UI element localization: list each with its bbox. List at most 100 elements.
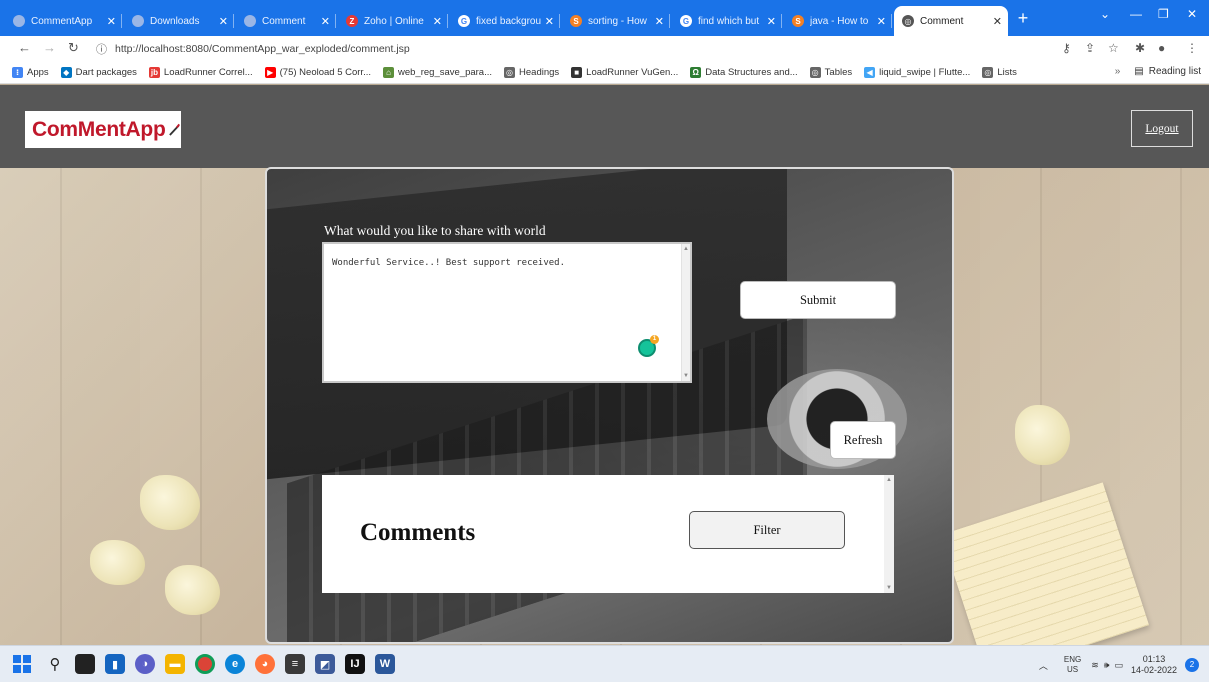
bookmark-item[interactable]: ◆ Dart packages <box>60 67 137 78</box>
comment-textarea[interactable]: Wonderful Service..! Best support receiv… <box>322 242 692 383</box>
app-logo[interactable]: ComMentApp <box>25 111 181 148</box>
extensions-icon[interactable]: ✱ <box>1135 41 1145 55</box>
paper-ball-decoration <box>165 565 220 615</box>
tab-close-icon[interactable]: ✕ <box>993 15 1002 28</box>
forward-arrow-icon[interactable]: → <box>43 40 56 55</box>
restore-icon[interactable]: ❐ <box>1158 7 1169 21</box>
scroll-up-arrow-icon[interactable]: ▲ <box>683 246 689 252</box>
bookmark-star-icon[interactable]: ☆ <box>1108 41 1119 55</box>
url-text[interactable]: http://localhost:8080/CommentApp_war_exp… <box>115 43 410 55</box>
browser-tab[interactable]: Gfind which but ✕ <box>672 6 782 36</box>
tab-search-icon[interactable]: ⌄ <box>1100 7 1110 21</box>
app-icon[interactable]: ◩ <box>315 654 335 674</box>
key-icon[interactable]: ⚷ <box>1062 41 1071 55</box>
site-header: ComMentApp Logout <box>0 85 1209 168</box>
widgets-icon[interactable]: ▮ <box>105 654 125 674</box>
tab-label: fixed backgrou <box>476 15 541 27</box>
browser-tab-strip: CommentApp ✕ Downloads ✕ Comment ✕ Z Zoho | Onl… <box>0 0 1209 36</box>
bookmark-item[interactable]: ◎ Tables <box>809 67 852 78</box>
tray-chevron-icon[interactable]: ︿ <box>1039 659 1048 672</box>
tab-close-icon[interactable]: ✕ <box>433 15 442 28</box>
word-icon[interactable]: W <box>375 654 395 674</box>
browser-tab[interactable]: Ssorting - How ✕ <box>562 6 670 36</box>
browser-tab[interactable]: Sjava - How to ✕ <box>784 6 892 36</box>
search-icon[interactable]: ⚲ <box>45 654 65 674</box>
filter-button[interactable]: Filter <box>689 511 845 549</box>
scroll-down-arrow-icon[interactable]: ▼ <box>683 373 689 379</box>
page-viewport: ComMentApp Logout What would you like to… <box>0 85 1209 645</box>
volume-icon[interactable]: 🕪 <box>1104 660 1110 671</box>
menu-kebab-icon[interactable]: ⋮ <box>1186 41 1198 55</box>
scroll-down-arrow-icon[interactable]: ▼ <box>886 585 892 591</box>
bookmark-label: Headings <box>519 67 560 78</box>
task-view-icon[interactable] <box>75 654 95 674</box>
bookmark-label: Data Structures and... <box>705 67 798 78</box>
comments-scrollbar[interactable]: ▲ ▼ <box>884 475 894 593</box>
bookmark-label: LoadRunner Correl... <box>163 67 253 78</box>
close-window-icon[interactable]: ✕ <box>1187 7 1197 21</box>
site-info-icon[interactable]: ⓘ <box>96 41 107 57</box>
edge-icon[interactable]: e <box>225 654 245 674</box>
bookmark-item[interactable]: ▶ (75) Neoload 5 Corr... <box>264 67 371 78</box>
share-icon[interactable]: ⇪ <box>1085 41 1095 55</box>
clock[interactable]: 01:13 14-02-2022 <box>1131 654 1177 676</box>
tab-close-icon[interactable]: ✕ <box>107 15 116 28</box>
bookmark-item[interactable]: Ω Data Structures and... <box>690 67 798 78</box>
grammarly-badge: 1 <box>650 335 659 344</box>
tab-label: find which but <box>698 15 760 27</box>
bookmark-label: Apps <box>27 67 49 78</box>
bookmark-item[interactable]: ◀ liquid_swipe | Flutte... <box>864 67 970 78</box>
browser-tab[interactable]: CommentApp ✕ <box>5 6 122 36</box>
chat-icon[interactable]: ◑ <box>135 654 155 674</box>
firefox-icon[interactable]: ◕ <box>255 654 275 674</box>
reading-list-icon[interactable]: ▤ <box>1134 66 1143 77</box>
logout-button[interactable]: Logout <box>1131 110 1193 147</box>
tab-close-icon[interactable]: ✕ <box>767 15 776 28</box>
bookmark-label: (75) Neoload 5 Corr... <box>279 67 371 78</box>
bookmark-label: liquid_swipe | Flutte... <box>879 67 971 78</box>
chrome-icon[interactable] <box>195 654 215 674</box>
windows-start-icon[interactable] <box>12 654 32 674</box>
refresh-button[interactable]: Refresh <box>830 421 896 459</box>
intellij-icon[interactable]: IJ <box>345 654 365 674</box>
wifi-icon[interactable]: ≋ <box>1091 660 1099 671</box>
notification-icon[interactable]: 2 <box>1185 658 1199 672</box>
bookmark-item[interactable]: ⌂ web_reg_save_para... <box>383 67 492 78</box>
bookmark-icon: ▶ <box>264 67 276 78</box>
browser-tab[interactable]: ◎ Comment ✕ <box>894 6 1008 36</box>
browser-tab[interactable]: Downloads ✕ <box>124 6 234 36</box>
bookmark-item[interactable]: ◎ Headings <box>504 67 559 78</box>
new-tab-button[interactable]: + <box>1012 8 1034 30</box>
minimize-icon[interactable]: — <box>1130 7 1142 21</box>
profile-icon[interactable]: ● <box>1158 41 1165 55</box>
file-explorer-icon[interactable]: ▬ <box>165 654 185 674</box>
bookmark-item[interactable]: ⁝ Apps <box>12 67 49 78</box>
back-arrow-icon[interactable]: ← <box>18 40 31 55</box>
reload-icon[interactable]: ↻ <box>68 40 79 56</box>
bookmark-item[interactable]: ◎ Lists <box>982 67 1017 78</box>
submit-button[interactable]: Submit <box>740 281 896 319</box>
tab-favicon-icon: S <box>792 15 804 27</box>
bookmark-item[interactable]: ■ LoadRunner VuGen... <box>571 67 678 78</box>
language-indicator[interactable]: ENG US <box>1064 655 1081 675</box>
comment-scrollbar[interactable]: ▲ ▼ <box>681 244 690 381</box>
reading-list-label[interactable]: Reading list <box>1149 66 1201 77</box>
notepad-icon[interactable]: ≡ <box>285 654 305 674</box>
bookmark-icon: Ω <box>690 67 702 78</box>
battery-icon[interactable]: ▭ <box>1114 660 1123 671</box>
tab-close-icon[interactable]: ✕ <box>321 15 330 28</box>
scroll-up-arrow-icon[interactable]: ▲ <box>886 477 892 483</box>
browser-tab[interactable]: Z Zoho | Online ✕ <box>338 6 448 36</box>
more-bookmarks-chevron[interactable]: » <box>1115 66 1121 77</box>
browser-tab[interactable]: Comment ✕ <box>236 6 336 36</box>
omnibox[interactable]: ⓘ http://localhost:8080/CommentApp_war_e… <box>96 39 1196 59</box>
browser-tab[interactable]: Gfixed backgrou ✕ <box>450 6 560 36</box>
tab-close-icon[interactable]: ✕ <box>545 15 554 28</box>
tab-close-icon[interactable]: ✕ <box>877 15 886 28</box>
bookmark-item[interactable]: jb LoadRunner Correl... <box>148 67 253 78</box>
tab-label: CommentApp <box>31 15 93 27</box>
tab-close-icon[interactable]: ✕ <box>219 15 228 28</box>
bookmark-icon: ◀ <box>864 67 876 78</box>
tab-close-icon[interactable]: ✕ <box>655 15 664 28</box>
paper-ball-decoration <box>1015 405 1070 465</box>
